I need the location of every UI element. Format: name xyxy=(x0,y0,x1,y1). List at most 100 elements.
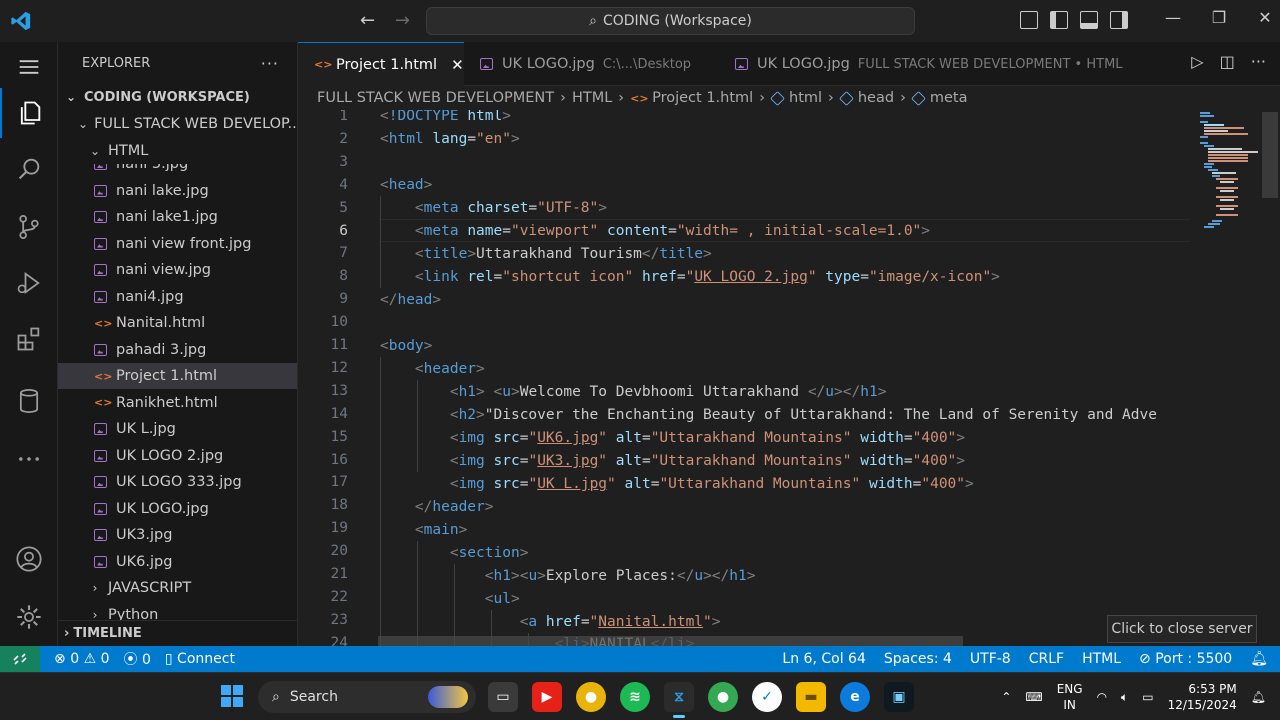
breadcrumb-item[interactable]: meta xyxy=(930,90,968,106)
task-view-icon[interactable]: ▭ xyxy=(488,682,518,712)
code-line: <header> xyxy=(414,361,485,377)
code-editor[interactable]: 1 2 3 4 5 6 7 8 9 10 11 12 13 14 15 16 17 18 19 20 21 22 23 24 … xyxy=(298,110,1196,646)
tree-file[interactable]: UK LOGO 2.jpg xyxy=(58,443,297,469)
close-window-icon[interactable]: ✕ xyxy=(1242,8,1280,27)
live-server-port[interactable]: ⊘ Port : 5500 xyxy=(1139,651,1232,667)
restore-icon[interactable]: ❐ xyxy=(1196,8,1242,27)
database-icon[interactable] xyxy=(0,376,58,426)
tree-file[interactable]: nani view.jpg xyxy=(58,257,297,283)
run-icon[interactable]: ▷ xyxy=(1191,52,1203,71)
wifi-icon[interactable]: ◠ xyxy=(1097,690,1107,704)
tree-file[interactable]: <> Ranikhet.html xyxy=(58,390,297,416)
image-file-icon xyxy=(94,529,107,541)
horizontal-scrollbar[interactable] xyxy=(378,636,963,646)
minimize-icon[interactable]: — xyxy=(1150,8,1196,27)
chevron-up-icon[interactable]: ⌃ xyxy=(1001,690,1011,704)
tree-item-label: UK LOGO 333.jpg xyxy=(116,474,242,490)
timeline-section[interactable]: › TIMELINE xyxy=(58,620,297,646)
toggle-secondary-sidebar-icon[interactable] xyxy=(1110,11,1128,29)
split-editor-icon[interactable]: ◫ xyxy=(1220,52,1235,71)
command-center-search[interactable]: ⌕ CODING (Workspace) xyxy=(426,7,915,35)
explorer-icon[interactable] xyxy=(0,88,58,138)
code-line: <head> xyxy=(380,177,433,193)
tab-label: UK LOGO.jpg xyxy=(502,56,595,72)
tree-file[interactable]: UK LOGO.jpg xyxy=(58,496,297,522)
youtube-icon[interactable]: ▶ xyxy=(532,682,562,712)
volume-icon[interactable]: 🔈︎ xyxy=(1121,690,1128,705)
taskbar-search[interactable]: ⌕ Search xyxy=(258,681,476,713)
tree-file[interactable]: nani lake1.jpg xyxy=(58,204,297,230)
language-indicator[interactable]: ENG IN xyxy=(1057,681,1083,713)
keyboard-icon[interactable]: ⌨ xyxy=(1025,690,1042,704)
source-control-icon[interactable] xyxy=(0,202,58,252)
tree-folder-project[interactable]: ⌄ FULL STACK WEB DEVELOP... xyxy=(58,111,297,137)
clock[interactable]: 6:53 PM 12/15/2024 xyxy=(1168,681,1237,713)
remote-indicator[interactable] xyxy=(0,646,40,672)
tree-file[interactable]: nani4.jpg xyxy=(58,284,297,310)
connect-button[interactable]: ▯ Connect xyxy=(165,651,235,667)
tree-file[interactable]: UK L.jpg xyxy=(58,416,297,442)
tree-file[interactable]: <> Nanital.html xyxy=(58,310,297,336)
chrome-icon[interactable]: ● xyxy=(576,682,606,712)
vertical-scrollbar[interactable] xyxy=(1262,112,1278,198)
chrome-profile-icon[interactable]: ● xyxy=(708,682,738,712)
ports-indicator[interactable]: ⦿ 0 xyxy=(124,649,151,669)
breadcrumb-item[interactable]: FULL STACK WEB DEVELOPMENT xyxy=(317,90,554,106)
tree-file[interactable]: nani view front.jpg xyxy=(58,231,297,257)
back-arrow-icon[interactable]: ← xyxy=(360,10,375,31)
tab-uk-logo-workspace[interactable]: UK LOGO.jpg FULL STACK WEB DEVELOPMENT •… xyxy=(719,42,1139,86)
image-file-icon xyxy=(94,423,107,435)
close-tab-icon[interactable]: ✕ xyxy=(451,56,464,74)
run-debug-icon[interactable] xyxy=(0,258,58,308)
line-number: 1 xyxy=(339,110,348,124)
search-sidebar-icon[interactable] xyxy=(0,144,58,194)
tree-file[interactable]: <> Project 1.html xyxy=(58,363,297,389)
file-encoding[interactable]: UTF-8 xyxy=(970,651,1011,667)
forward-arrow-icon[interactable]: → xyxy=(395,10,410,31)
more-icon[interactable]: ··· xyxy=(1251,52,1266,71)
language-mode[interactable]: HTML xyxy=(1082,651,1121,667)
tree-file[interactable]: UK3.jpg xyxy=(58,522,297,548)
toggle-primary-sidebar-icon[interactable] xyxy=(1050,11,1068,29)
minimap[interactable] xyxy=(1196,110,1280,646)
tab-uk-logo-desktop[interactable]: UK LOGO.jpg C:\...\Desktop xyxy=(464,42,718,86)
image-file-icon xyxy=(94,476,107,488)
tree-file[interactable]: UK6.jpg xyxy=(58,549,297,575)
breadcrumb-item[interactable]: Project 1.html xyxy=(652,90,753,106)
notifications-bell-icon[interactable]: 🔔︎ xyxy=(1250,651,1268,667)
end-of-line[interactable]: CRLF xyxy=(1029,651,1064,667)
breadcrumb-item[interactable]: HTML xyxy=(572,90,612,106)
battery-icon[interactable]: ▭ xyxy=(1142,690,1153,704)
settings-gear-icon[interactable] xyxy=(0,592,58,642)
tree-file[interactable]: nani lake.jpg xyxy=(58,178,297,204)
tree-workspace-root[interactable]: ⌄ CODING (WORKSPACE) xyxy=(58,84,297,110)
breadcrumb-item[interactable]: head xyxy=(858,90,894,106)
breadcrumb-item[interactable]: html xyxy=(789,90,822,106)
code-line: <link rel="shortcut icon" href="UK LOGO … xyxy=(414,269,1000,285)
start-button-icon[interactable] xyxy=(221,685,243,707)
more-actions-icon[interactable]: ··· xyxy=(261,54,279,73)
vscode-taskbar-icon[interactable]: ⧖ xyxy=(664,682,694,718)
tree-folder-html[interactable]: ⌄ HTML xyxy=(58,138,297,164)
tree-folder[interactable]: › JAVASCRIPT xyxy=(58,575,297,601)
toggle-panel-icon[interactable] xyxy=(1080,11,1098,29)
file-explorer-icon[interactable]: ▬ xyxy=(796,682,826,712)
line-number: 9 xyxy=(339,291,348,308)
customize-layout-icon[interactable] xyxy=(1020,11,1038,29)
more-views-icon[interactable] xyxy=(0,434,58,484)
spotify-icon[interactable]: ≋ xyxy=(620,682,650,712)
indentation[interactable]: Spaces: 4 xyxy=(884,651,952,667)
notification-center-icon[interactable]: 🔔︎ xyxy=(1251,690,1266,704)
accounts-icon[interactable] xyxy=(0,534,58,584)
cursor-position[interactable]: Ln 6, Col 64 xyxy=(782,651,865,667)
tab-project-1-html[interactable]: <> Project 1.html ✕ xyxy=(298,42,464,86)
connect-label: Connect xyxy=(177,651,235,667)
tree-file[interactable]: UK LOGO 333.jpg xyxy=(58,469,297,495)
messenger-icon[interactable]: ✓ xyxy=(752,682,782,712)
tree-file[interactable]: pahadi 3.jpg xyxy=(58,337,297,363)
edge-icon[interactable]: e xyxy=(840,682,870,712)
menu-icon[interactable] xyxy=(0,42,58,92)
terminal-app-icon[interactable]: ▣ xyxy=(884,682,914,712)
extensions-icon[interactable] xyxy=(0,314,58,364)
problems-indicator[interactable]: ⊗ 0 ⚠ 0 xyxy=(54,651,110,667)
